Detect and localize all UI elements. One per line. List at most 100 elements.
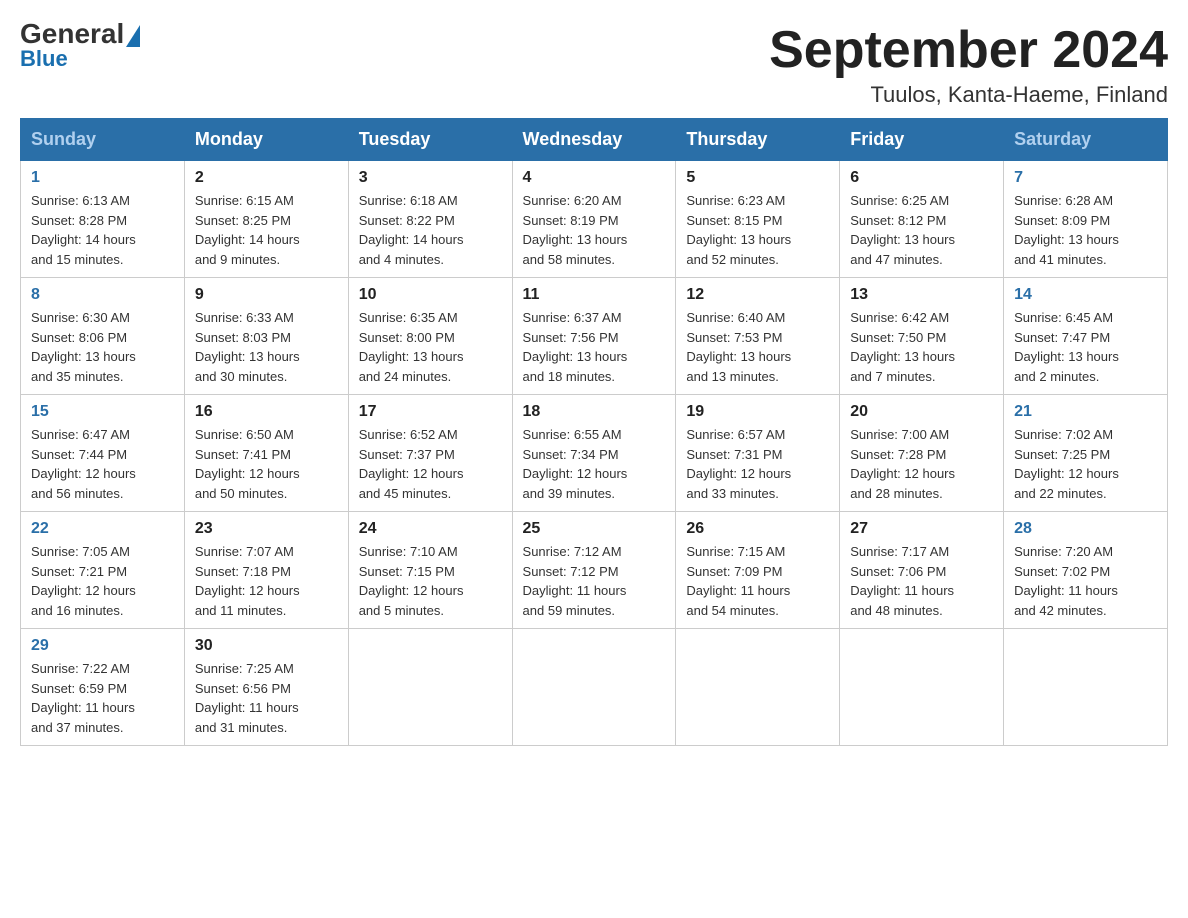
day-info: Sunrise: 6:23 AMSunset: 8:15 PMDaylight:…: [686, 191, 829, 269]
logo: General Blue: [20, 20, 140, 72]
calendar-cell: 28Sunrise: 7:20 AMSunset: 7:02 PMDayligh…: [1004, 512, 1168, 629]
calendar-cell: 13 Sunrise: 6:42 AMSunset: 7:50 PMDayligh…: [840, 278, 1004, 395]
day-info: Sunrise: 6:40 AMSunset: 7:53 PMDaylight:…: [686, 308, 829, 386]
day-info: Sunrise: 6:30 AMSunset: 8:06 PMDaylight:…: [31, 308, 174, 386]
calendar-cell: 14Sunrise: 6:45 AMSunset: 7:47 PMDayligh…: [1004, 278, 1168, 395]
day-number: 6: [850, 169, 993, 187]
day-number: 12: [686, 286, 829, 304]
calendar-cell: 17 Sunrise: 6:52 AMSunset: 7:37 PMDayligh…: [348, 395, 512, 512]
title-block: September 2024 Tuulos, Kanta-Haeme, Finl…: [769, 20, 1168, 108]
calendar-cell: 19 Sunrise: 6:57 AMSunset: 7:31 PMDayligh…: [676, 395, 840, 512]
day-info: Sunrise: 6:57 AMSunset: 7:31 PMDaylight:…: [686, 425, 829, 503]
calendar-cell: 10 Sunrise: 6:35 AMSunset: 8:00 PMDayligh…: [348, 278, 512, 395]
day-info: Sunrise: 7:22 AMSunset: 6:59 PMDaylight:…: [31, 659, 174, 737]
day-info: Sunrise: 6:52 AMSunset: 7:37 PMDaylight:…: [359, 425, 502, 503]
calendar-cell: 7Sunrise: 6:28 AMSunset: 8:09 PMDaylight…: [1004, 161, 1168, 278]
col-header-wednesday: Wednesday: [512, 119, 676, 161]
logo-general: General: [20, 20, 140, 48]
day-info: Sunrise: 6:47 AMSunset: 7:44 PMDaylight:…: [31, 425, 174, 503]
day-number: 22: [31, 520, 174, 538]
day-number: 30: [195, 637, 338, 655]
day-number: 4: [523, 169, 666, 187]
day-number: 7: [1014, 169, 1157, 187]
day-info: Sunrise: 7:05 AMSunset: 7:21 PMDaylight:…: [31, 542, 174, 620]
week-row-4: 22 Sunrise: 7:05 AMSunset: 7:21 PMDayligh…: [21, 512, 1168, 629]
day-info: Sunrise: 6:15 AMSunset: 8:25 PMDaylight:…: [195, 191, 338, 269]
day-number: 26: [686, 520, 829, 538]
calendar-cell: 4 Sunrise: 6:20 AMSunset: 8:19 PMDaylight…: [512, 161, 676, 278]
calendar-cell: 29 Sunrise: 7:22 AMSunset: 6:59 PMDayligh…: [21, 629, 185, 746]
day-info: Sunrise: 6:55 AMSunset: 7:34 PMDaylight:…: [523, 425, 666, 503]
calendar-cell: 30 Sunrise: 7:25 AMSunset: 6:56 PMDayligh…: [184, 629, 348, 746]
calendar-cell: 5 Sunrise: 6:23 AMSunset: 8:15 PMDaylight…: [676, 161, 840, 278]
day-info: Sunrise: 7:25 AMSunset: 6:56 PMDaylight:…: [195, 659, 338, 737]
day-number: 3: [359, 169, 502, 187]
col-header-friday: Friday: [840, 119, 1004, 161]
month-title: September 2024: [769, 20, 1168, 80]
day-number: 10: [359, 286, 502, 304]
calendar-cell: 1 Sunrise: 6:13 AMSunset: 8:28 PMDaylight…: [21, 161, 185, 278]
day-info: Sunrise: 7:12 AMSunset: 7:12 PMDaylight:…: [523, 542, 666, 620]
day-number: 27: [850, 520, 993, 538]
day-number: 15: [31, 403, 174, 421]
day-number: 1: [31, 169, 174, 187]
day-number: 17: [359, 403, 502, 421]
day-info: Sunrise: 7:00 AMSunset: 7:28 PMDaylight:…: [850, 425, 993, 503]
day-number: 16: [195, 403, 338, 421]
day-number: 13: [850, 286, 993, 304]
calendar-cell: 20Sunrise: 7:00 AMSunset: 7:28 PMDayligh…: [840, 395, 1004, 512]
col-header-tuesday: Tuesday: [348, 119, 512, 161]
calendar-cell: 15 Sunrise: 6:47 AMSunset: 7:44 PMDayligh…: [21, 395, 185, 512]
location-title: Tuulos, Kanta-Haeme, Finland: [769, 82, 1168, 108]
page-header: General Blue September 2024 Tuulos, Kant…: [20, 20, 1168, 108]
day-info: Sunrise: 6:37 AMSunset: 7:56 PMDaylight:…: [523, 308, 666, 386]
calendar-cell: 25Sunrise: 7:12 AMSunset: 7:12 PMDayligh…: [512, 512, 676, 629]
col-header-monday: Monday: [184, 119, 348, 161]
day-number: 8: [31, 286, 174, 304]
calendar-cell: [1004, 629, 1168, 746]
col-header-saturday: Saturday: [1004, 119, 1168, 161]
day-info: Sunrise: 7:17 AMSunset: 7:06 PMDaylight:…: [850, 542, 993, 620]
calendar-cell: 12 Sunrise: 6:40 AMSunset: 7:53 PMDayligh…: [676, 278, 840, 395]
day-info: Sunrise: 6:20 AMSunset: 8:19 PMDaylight:…: [523, 191, 666, 269]
day-info: Sunrise: 6:42 AMSunset: 7:50 PMDaylight:…: [850, 308, 993, 386]
day-info: Sunrise: 6:13 AMSunset: 8:28 PMDaylight:…: [31, 191, 174, 269]
calendar-cell: 2 Sunrise: 6:15 AMSunset: 8:25 PMDaylight…: [184, 161, 348, 278]
day-number: 14: [1014, 286, 1157, 304]
calendar-cell: 3Sunrise: 6:18 AMSunset: 8:22 PMDaylight…: [348, 161, 512, 278]
week-row-5: 29 Sunrise: 7:22 AMSunset: 6:59 PMDayligh…: [21, 629, 1168, 746]
day-info: Sunrise: 6:50 AMSunset: 7:41 PMDaylight:…: [195, 425, 338, 503]
day-number: 5: [686, 169, 829, 187]
day-number: 2: [195, 169, 338, 187]
calendar-cell: [676, 629, 840, 746]
col-header-sunday: Sunday: [21, 119, 185, 161]
calendar-cell: 9Sunrise: 6:33 AMSunset: 8:03 PMDaylight…: [184, 278, 348, 395]
logo-triangle-icon: [126, 25, 140, 47]
day-number: 11: [523, 286, 666, 304]
calendar-cell: 21Sunrise: 7:02 AMSunset: 7:25 PMDayligh…: [1004, 395, 1168, 512]
day-number: 9: [195, 286, 338, 304]
day-info: Sunrise: 7:10 AMSunset: 7:15 PMDaylight:…: [359, 542, 502, 620]
day-number: 29: [31, 637, 174, 655]
calendar-cell: 8 Sunrise: 6:30 AMSunset: 8:06 PMDaylight…: [21, 278, 185, 395]
calendar-cell: 22 Sunrise: 7:05 AMSunset: 7:21 PMDayligh…: [21, 512, 185, 629]
day-info: Sunrise: 7:02 AMSunset: 7:25 PMDaylight:…: [1014, 425, 1157, 503]
calendar-cell: [512, 629, 676, 746]
day-info: Sunrise: 7:07 AMSunset: 7:18 PMDaylight:…: [195, 542, 338, 620]
calendar-cell: 26 Sunrise: 7:15 AMSunset: 7:09 PMDayligh…: [676, 512, 840, 629]
day-number: 19: [686, 403, 829, 421]
calendar-cell: 23 Sunrise: 7:07 AMSunset: 7:18 PMDayligh…: [184, 512, 348, 629]
calendar-cell: 18 Sunrise: 6:55 AMSunset: 7:34 PMDayligh…: [512, 395, 676, 512]
calendar-cell: [840, 629, 1004, 746]
calendar-header-row: SundayMondayTuesdayWednesdayThursdayFrid…: [21, 119, 1168, 161]
week-row-1: 1 Sunrise: 6:13 AMSunset: 8:28 PMDaylight…: [21, 161, 1168, 278]
col-header-thursday: Thursday: [676, 119, 840, 161]
calendar-cell: 27 Sunrise: 7:17 AMSunset: 7:06 PMDayligh…: [840, 512, 1004, 629]
day-info: Sunrise: 6:35 AMSunset: 8:00 PMDaylight:…: [359, 308, 502, 386]
day-number: 18: [523, 403, 666, 421]
logo-blue-text: Blue: [20, 46, 140, 72]
day-number: 23: [195, 520, 338, 538]
day-info: Sunrise: 7:15 AMSunset: 7:09 PMDaylight:…: [686, 542, 829, 620]
calendar-cell: 24Sunrise: 7:10 AMSunset: 7:15 PMDayligh…: [348, 512, 512, 629]
calendar-cell: 6Sunrise: 6:25 AMSunset: 8:12 PMDaylight…: [840, 161, 1004, 278]
